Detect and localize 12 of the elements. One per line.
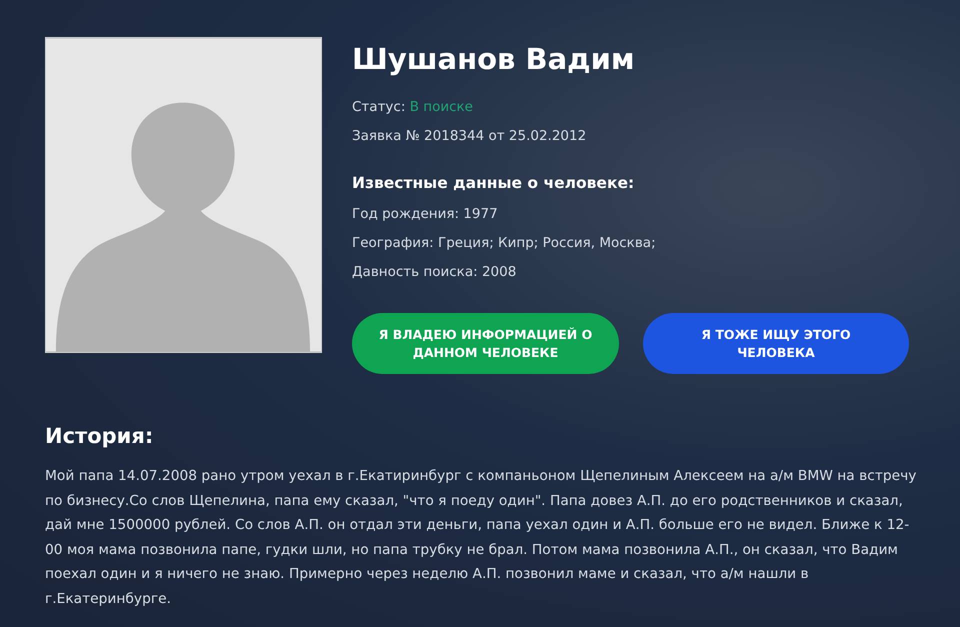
- fact-text: География: Греция; Кипр; Россия, Москва;: [352, 235, 657, 252]
- person-name: Шушанов Вадим: [352, 41, 636, 77]
- status-label: Статус:: [352, 99, 406, 115]
- history-text: Мой папа 14.07.2008 рано утром уехал в г.Екатиринбург с компаньоном Щепелиным Алексеем на а/м BMW на встречу по бизнесу.Со слов Щепелина, папа ему сказал, "что я поеду один". Папа довез А.П. до его родственников и сказал, дай мне 1500000 рублей. Со слов А.П. он отдал эти деньги, папа уехал один и А.П. больше его не видел. Ближе к 12-00 моя мама позвонила папе, гудки шли, но папа трубку не брал. Потом мама позвонила А.П., он сказал, что Вадим поехал один и я ничего не знаю. Примерно через неделю А.П. позвонил маме и сказал, что а/м нашли в г.Екатеринбурге.: [45, 467, 918, 608]
- action-button[interactable]: Я ВЛАДЕЮ ИНФОРМАЦИЕЙ О ДАННОМ ЧЕЛОВЕКЕ: [352, 313, 619, 374]
- section-heading: Известные данные о человеке:: [352, 174, 636, 192]
- status-value: В поиске: [410, 99, 473, 115]
- action-button[interactable]: Я ТОЖЕ ИЩУ ЭТОГО ЧЕЛОВЕКА: [643, 313, 909, 374]
- fact-text: Год рождения: 1977: [352, 206, 499, 223]
- history-heading: История:: [45, 424, 154, 448]
- request-number: Заявка № 2018344 от 25.02.2012: [352, 128, 588, 145]
- fact-text: Давность поиска: 2008: [352, 264, 518, 281]
